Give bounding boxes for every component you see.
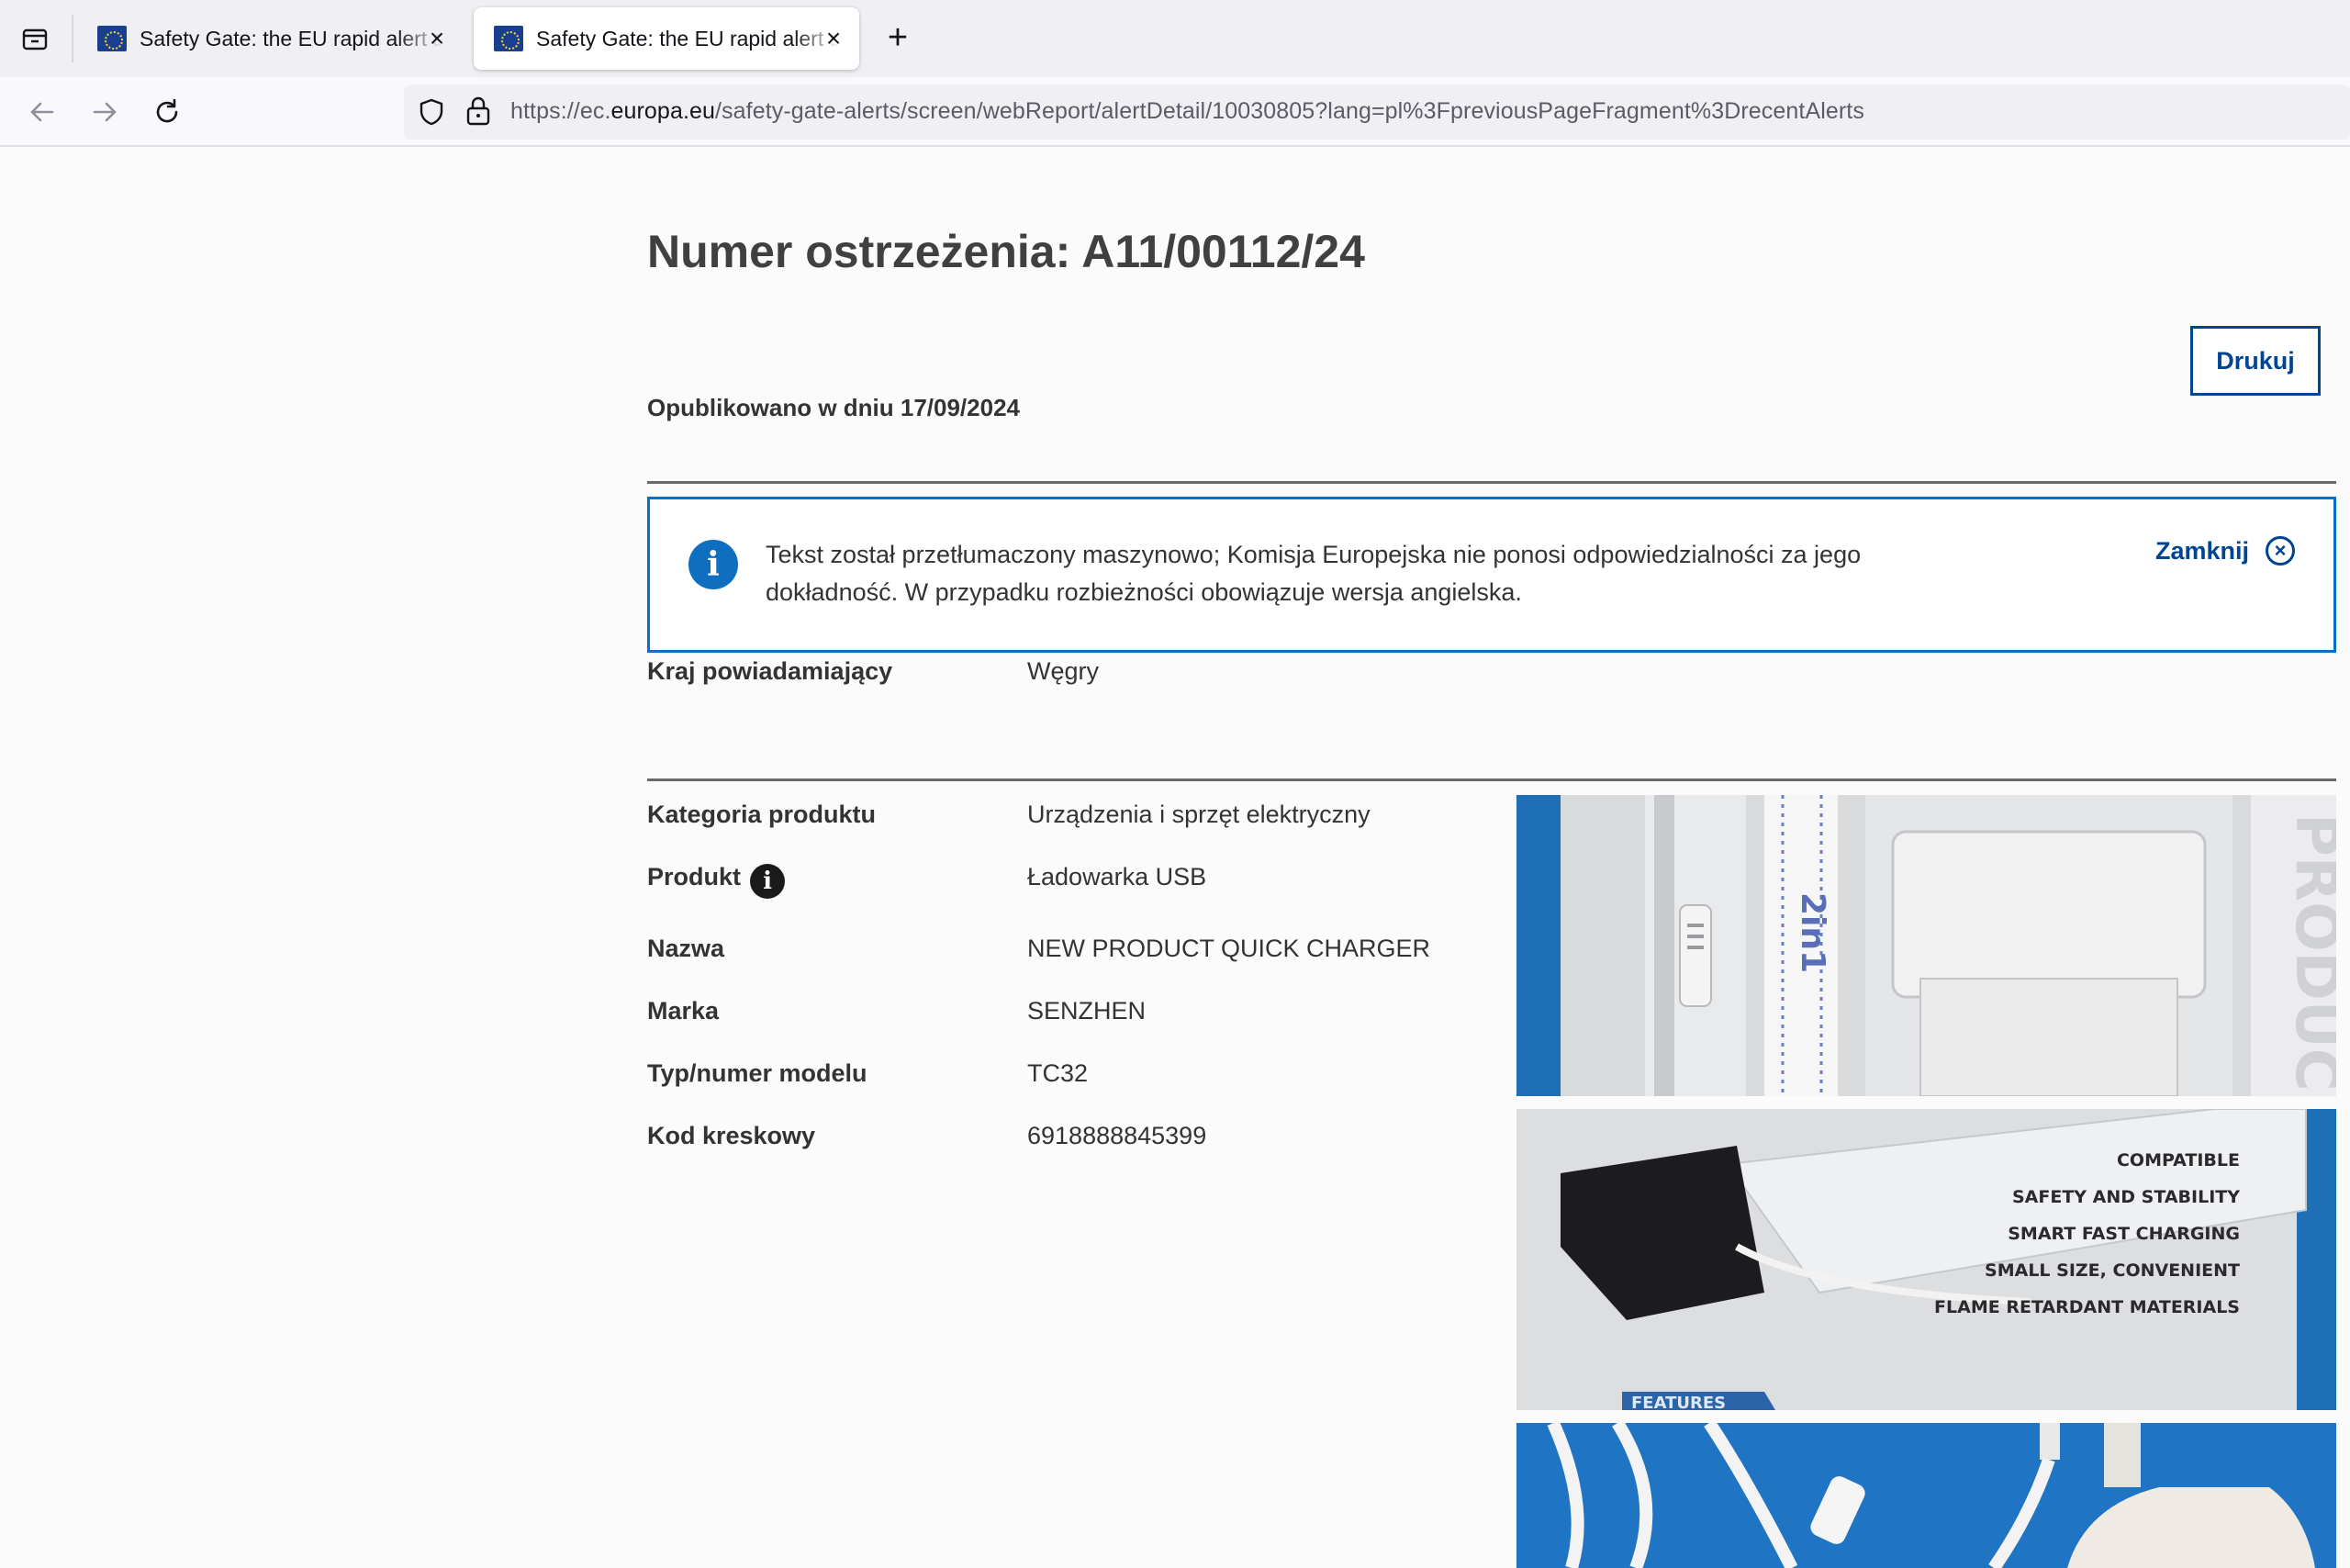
back-button[interactable]	[24, 94, 61, 130]
country-label: Kraj powiadamiający	[647, 657, 893, 685]
tab-separator	[72, 15, 73, 62]
box-label-text: 2in1	[1794, 892, 1831, 973]
detail-value: Urządzenia i sprzęt elektryczny	[1027, 801, 1371, 828]
new-tab-button[interactable]: +	[879, 20, 916, 57]
reload-button[interactable]	[149, 94, 185, 130]
tab-title: Safety Gate: the EU rapid alert system f…	[140, 26, 442, 50]
reload-icon	[156, 98, 178, 123]
detail-value: 6918888845399	[1027, 1122, 1207, 1149]
close-notice-label: Zamknij	[2155, 536, 2250, 565]
detail-label-product: Produkt i	[647, 863, 786, 899]
close-tab-icon[interactable]: ×	[821, 26, 846, 51]
detail-label: Nazwa	[647, 935, 725, 962]
tracking-protection-shield-icon[interactable]	[417, 97, 446, 127]
detail-value: NEW PRODUCT QUICK CHARGER	[1027, 935, 1431, 962]
forward-arrow-icon	[93, 102, 117, 122]
feature-text: SMART FAST CHARGING	[2008, 1224, 2240, 1244]
tab-title: Safety Gate: the EU rapid alert system f…	[536, 26, 839, 50]
feature-text: SMALL SIZE, CONVENIENT	[1985, 1260, 2240, 1281]
published-date: Opublikowano w dniu 17/09/2024	[647, 394, 1020, 421]
info-icon[interactable]: i	[750, 864, 786, 899]
product-label: Produkt	[647, 863, 742, 890]
divider	[647, 481, 2336, 484]
url-text[interactable]: https://ec.europa.eu/safety-gate-alerts/…	[510, 98, 1864, 125]
product-photo-cable[interactable]	[1516, 1423, 2336, 1568]
divider	[647, 778, 2336, 781]
feature-text: COMPATIBLE	[2117, 1150, 2240, 1170]
detail-label: Kod kreskowy	[647, 1122, 816, 1149]
country-value: Węgry	[1027, 657, 1100, 685]
product-photo-features[interactable]: COMPATIBLE SAFETY AND STABILITY SMART FA…	[1516, 1109, 2336, 1410]
detail-label: Kategoria produktu	[647, 801, 877, 828]
lock-icon[interactable]	[464, 95, 492, 127]
url-prefix: https://ec.	[510, 98, 611, 124]
page-content: Numer ostrzeżenia: A11/00112/24 Drukuj O…	[0, 148, 2350, 1568]
back-arrow-icon	[30, 102, 54, 122]
detail-label: Marka	[647, 997, 720, 1025]
eu-flag-icon	[97, 26, 127, 51]
url-path: /safety-gate-alerts/screen/webReport/ale…	[715, 98, 1864, 124]
close-circle-icon: ×	[2266, 536, 2296, 566]
address-bar[interactable]: https://ec.europa.eu/safety-gate-alerts/…	[404, 84, 2350, 140]
detail-value: SENZHEN	[1027, 997, 1147, 1025]
close-notice-button[interactable]: Zamknij ×	[2155, 536, 2296, 566]
tab-overview-icon[interactable]	[17, 22, 53, 55]
detail-value: TC32	[1027, 1059, 1089, 1087]
tab-bar: Safety Gate: the EU rapid alert system f…	[0, 0, 2350, 77]
detail-value: Ładowarka USB	[1027, 863, 1207, 890]
forward-button[interactable]	[86, 94, 123, 130]
info-icon: i	[688, 540, 738, 589]
detail-label: Typ/numer modelu	[647, 1059, 867, 1087]
machine-translation-notice: i Tekst został przetłumaczony maszynowo;…	[647, 497, 2336, 653]
eu-flag-icon	[494, 26, 523, 51]
notice-text: Tekst został przetłumaczony maszynowo; K…	[766, 541, 1862, 606]
url-host: europa.eu	[610, 98, 715, 124]
browser-tab[interactable]: Safety Gate: the EU rapid alert system f…	[77, 7, 463, 70]
navigation-bar: https://ec.europa.eu/safety-gate-alerts/…	[0, 77, 2350, 147]
close-tab-icon[interactable]: ×	[424, 26, 450, 51]
feature-text: FLAME RETARDANT MATERIALS	[1934, 1297, 2240, 1317]
product-photo-box[interactable]: 2in1 PRODUC	[1516, 795, 2336, 1096]
page-title: Numer ostrzeżenia: A11/00112/24	[647, 226, 1365, 277]
browser-tab-active[interactable]: Safety Gate: the EU rapid alert system f…	[474, 7, 859, 70]
print-button[interactable]: Drukuj	[2190, 326, 2321, 396]
svg-text:PRODUC: PRODUC	[2282, 813, 2336, 1092]
feature-text: SAFETY AND STABILITY	[2012, 1187, 2240, 1207]
features-tag-text: FEATURES	[1631, 1394, 1726, 1410]
